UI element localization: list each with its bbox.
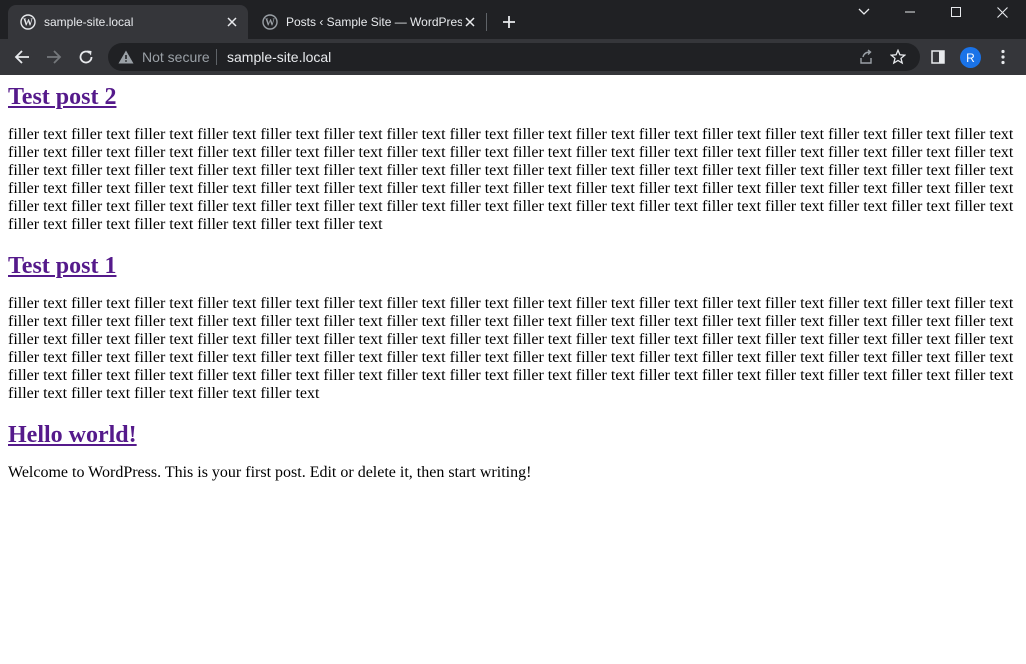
maximize-button[interactable] bbox=[933, 0, 979, 24]
share-button[interactable] bbox=[856, 47, 876, 67]
svg-text:W: W bbox=[23, 18, 33, 29]
tab-title: Posts ‹ Sample Site — WordPress bbox=[286, 15, 462, 29]
tab-strip: W sample-site.local W Posts ‹ Sample Sit… bbox=[0, 0, 1026, 39]
tab-search-button[interactable] bbox=[841, 0, 887, 24]
minimize-button[interactable] bbox=[887, 0, 933, 24]
browser-toolbar: Not secure sample-site.local R bbox=[0, 39, 1026, 75]
star-icon bbox=[890, 49, 906, 65]
post-title-link[interactable]: Hello world! bbox=[8, 422, 137, 448]
post-title: Hello world! bbox=[8, 422, 1016, 449]
url-text[interactable]: sample-site.local bbox=[227, 50, 331, 65]
new-tab-button[interactable] bbox=[498, 11, 520, 33]
tab-sample-site[interactable]: W sample-site.local bbox=[8, 5, 248, 39]
post-item: Test post 2 filler text filler text fill… bbox=[8, 84, 1016, 234]
bookmark-button[interactable] bbox=[888, 47, 908, 67]
reload-button[interactable] bbox=[74, 45, 98, 69]
post-title: Test post 1 bbox=[8, 253, 1016, 280]
close-tab-icon[interactable] bbox=[462, 14, 478, 30]
security-status-label[interactable]: Not secure bbox=[142, 50, 210, 65]
minimize-icon bbox=[905, 11, 915, 13]
post-excerpt: filler text filler text filler text fill… bbox=[8, 126, 1014, 233]
address-divider bbox=[216, 49, 217, 65]
post-title-link[interactable]: Test post 1 bbox=[8, 253, 116, 279]
browser-menu-button[interactable] bbox=[993, 47, 1013, 67]
wordpress-icon: W bbox=[20, 14, 36, 30]
page-viewport: Test post 2 filler text filler text fill… bbox=[0, 75, 1026, 664]
post-title-link[interactable]: Test post 2 bbox=[8, 84, 116, 110]
arrow-left-icon bbox=[14, 50, 29, 64]
post-item: Hello world! Welcome to WordPress. This … bbox=[8, 422, 1016, 482]
side-panel-button[interactable] bbox=[928, 47, 948, 67]
close-window-button[interactable] bbox=[979, 0, 1025, 24]
post-title: Test post 2 bbox=[8, 84, 1016, 111]
plus-icon bbox=[503, 16, 515, 28]
tab-divider bbox=[486, 13, 487, 31]
post-excerpt: filler text filler text filler text fill… bbox=[8, 295, 1014, 402]
maximize-icon bbox=[951, 7, 961, 17]
more-vert-icon bbox=[1001, 49, 1005, 65]
close-icon bbox=[996, 6, 1008, 18]
share-icon bbox=[860, 49, 872, 64]
reload-icon bbox=[79, 50, 93, 64]
post-item: Test post 1 filler text filler text fill… bbox=[8, 253, 1016, 403]
svg-text:W: W bbox=[265, 18, 275, 29]
forward-button[interactable] bbox=[42, 45, 66, 69]
warning-icon[interactable] bbox=[118, 50, 134, 64]
arrow-right-icon bbox=[47, 50, 62, 64]
back-button[interactable] bbox=[10, 45, 34, 69]
post-list: Test post 2 filler text filler text fill… bbox=[8, 75, 1016, 482]
wordpress-icon: W bbox=[262, 14, 278, 30]
chevron-down-icon bbox=[858, 8, 870, 15]
close-tab-icon[interactable] bbox=[224, 14, 240, 30]
tab-title: sample-site.local bbox=[44, 15, 134, 29]
address-bar[interactable]: Not secure sample-site.local bbox=[108, 43, 920, 71]
post-excerpt: Welcome to WordPress. This is your first… bbox=[8, 464, 532, 481]
side-panel-icon bbox=[931, 50, 945, 64]
tab-wordpress-posts[interactable]: W Posts ‹ Sample Site — WordPress bbox=[250, 5, 486, 39]
profile-avatar[interactable]: R bbox=[960, 47, 981, 68]
